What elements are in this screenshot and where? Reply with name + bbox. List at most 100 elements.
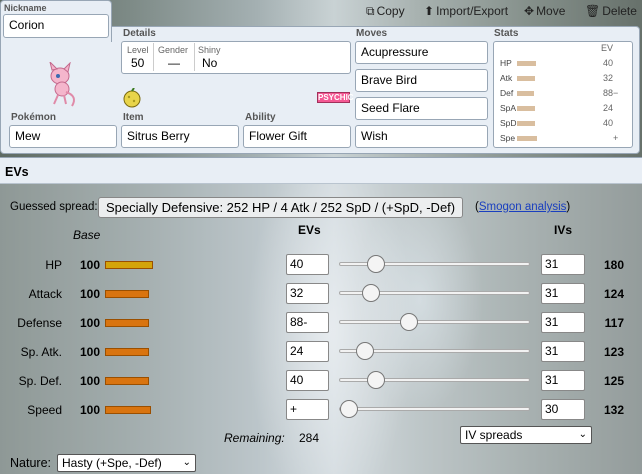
ev-input[interactable]: 32	[286, 283, 329, 304]
details-label: Details	[123, 28, 156, 39]
stat-summary-row: Spe	[500, 133, 516, 143]
ev-slider-thumb[interactable]	[366, 371, 385, 389]
ev-slider-thumb[interactable]	[366, 255, 385, 273]
ability-input[interactable]: Flower Gift	[243, 125, 351, 148]
level-value: 50	[131, 56, 145, 70]
nature-value: Hasty (+Spe, -Def)	[62, 456, 162, 470]
ivs-column-header: IVs	[554, 223, 573, 237]
pokemon-input[interactable]: Mew	[9, 125, 117, 148]
ev-slider-thumb[interactable]	[340, 400, 358, 418]
trash-icon: 🗑	[585, 4, 601, 18]
stat-summary-row: SpA	[500, 103, 517, 113]
item-input[interactable]: Sitrus Berry	[121, 125, 239, 148]
copy-icon: ⧉	[366, 4, 375, 18]
ev-slider-thumb[interactable]	[355, 342, 374, 360]
stat-name: Speed	[27, 403, 62, 417]
nature-select[interactable]: Hasty (+Spe, -Def) ⌄	[57, 454, 196, 472]
stat-base: 100	[80, 316, 101, 330]
iv-spreads-select[interactable]: IV spreads ⌄	[460, 426, 592, 444]
gender-label: Gender	[158, 45, 189, 55]
iv-input[interactable]: 30	[541, 399, 585, 420]
stat-total: 123	[603, 345, 624, 359]
stat-total: 124	[603, 287, 624, 301]
stat-summary-ev: 40	[603, 58, 614, 68]
stat-name: Sp. Def.	[18, 374, 62, 388]
shiny-value: No	[202, 56, 218, 70]
ev-slider-track[interactable]	[339, 320, 530, 324]
smogon-analysis-link[interactable]: Smogon analysis	[479, 201, 567, 213]
move-input-4[interactable]: Wish	[355, 125, 488, 148]
copy-button[interactable]: ⧉ Copy	[366, 4, 405, 19]
delete-button[interactable]: 🗑 Delete	[585, 4, 637, 18]
psychic-type-badge: PSYCHIC	[317, 92, 354, 103]
iv-spreads-value: IV spreads	[465, 428, 523, 442]
guessed-spread-label: Guessed spread:	[10, 201, 98, 213]
chevron-down-icon: ⌄	[578, 429, 587, 440]
stat-summary-ev: 24	[603, 103, 614, 113]
stat-total: 117	[604, 316, 624, 330]
stat-summary-bar	[517, 76, 535, 81]
stat-base: 100	[80, 374, 101, 388]
stat-base-bar	[105, 319, 149, 327]
remaining-value: 284	[299, 431, 320, 445]
stat-summary-row: Atk	[500, 73, 513, 83]
pokemon-label: Pokémon	[11, 112, 57, 123]
stat-name: HP	[45, 258, 62, 272]
stat-base: 100	[80, 345, 101, 359]
nature-label: Nature:	[10, 456, 51, 470]
ev-slider-track[interactable]	[339, 407, 530, 411]
iv-input[interactable]: 31	[541, 370, 585, 391]
details-divider	[153, 43, 154, 71]
ev-input[interactable]: 24	[286, 341, 329, 362]
chevron-down-icon: ⌄	[182, 457, 191, 468]
stat-summary-ev: 40	[603, 118, 614, 128]
ev-input[interactable]: 40	[286, 254, 329, 275]
ability-label: Ability	[245, 112, 276, 123]
ev-input[interactable]: +	[286, 399, 329, 420]
stat-summary-row: HP	[500, 58, 512, 68]
ev-slider-thumb[interactable]	[361, 284, 380, 302]
guessed-spread-button[interactable]: Specially Defensive: 252 HP / 4 Atk / 25…	[98, 197, 464, 218]
ev-input[interactable]: 40	[286, 370, 329, 391]
pokemon-sprite	[44, 60, 80, 108]
remaining-label: Remaining:	[224, 431, 285, 445]
stat-base: 100	[80, 258, 101, 272]
stat-summary-row: Def	[500, 88, 514, 98]
stat-summary-bar	[517, 136, 537, 141]
iv-input[interactable]: 31	[541, 254, 585, 275]
stat-base: 100	[80, 287, 101, 301]
stat-summary-ev: 88−	[603, 88, 619, 98]
level-label: Level	[127, 45, 149, 55]
nickname-input[interactable]: Corion	[3, 14, 109, 38]
stats-label: Stats	[494, 28, 519, 39]
details-box[interactable]	[121, 41, 351, 74]
stat-summary-bar	[517, 61, 536, 66]
smogon-link-wrapper: (Smogon analysis)	[475, 201, 570, 213]
move-input-2[interactable]: Brave Bird	[355, 69, 488, 92]
ev-slider-thumb[interactable]	[399, 313, 418, 331]
stat-total: 180	[603, 258, 624, 272]
iv-input[interactable]: 31	[541, 283, 585, 304]
import-export-button[interactable]: ⬆ Import/Export	[424, 4, 508, 18]
base-column-header: Base	[73, 228, 101, 242]
upload-icon: ⬆	[424, 4, 435, 18]
stat-base-bar	[105, 261, 153, 269]
stat-summary-ev: +	[613, 133, 619, 143]
ev-input[interactable]: 88-	[286, 312, 329, 333]
move-input-1[interactable]: Acupressure	[355, 41, 488, 64]
stat-base-bar	[105, 348, 149, 356]
stat-base-bar	[105, 377, 149, 385]
stat-base-bar	[105, 406, 151, 414]
stat-summary-bar	[517, 106, 535, 111]
iv-input[interactable]: 31	[541, 341, 585, 362]
move-button[interactable]: ✥ Move	[524, 4, 565, 18]
move-input-3[interactable]: Seed Flare	[355, 97, 488, 120]
evs-column-header: EVs	[298, 223, 321, 237]
iv-input[interactable]: 31	[541, 312, 585, 333]
gender-value: —	[168, 56, 180, 70]
stat-total: 125	[603, 374, 624, 388]
stat-name: Attack	[28, 287, 62, 301]
stat-summary-ev: 32	[603, 73, 614, 83]
stat-base-bar	[105, 290, 149, 298]
shiny-label: Shiny	[198, 45, 221, 55]
